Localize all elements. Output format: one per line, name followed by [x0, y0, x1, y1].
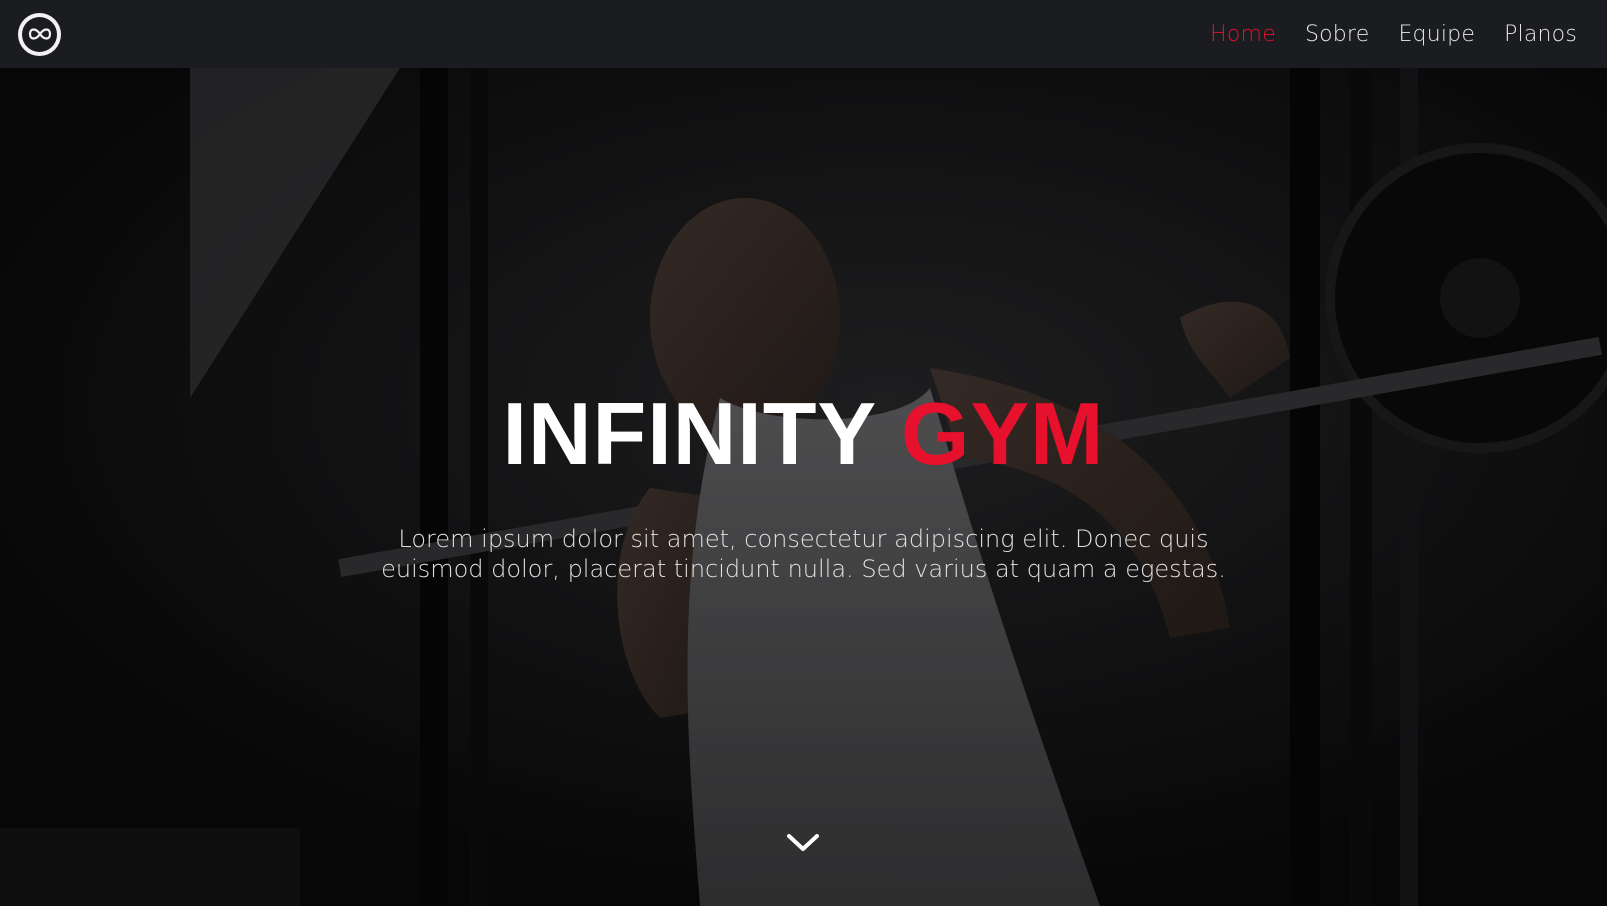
- nav-links: Home Sobre Equipe Planos: [1210, 22, 1577, 47]
- hero-description: Lorem ipsum dolor sit amet, consectetur …: [381, 525, 1226, 583]
- hero-title: INFINITY GYM: [0, 390, 1607, 478]
- nav-planos-link[interactable]: Planos: [1504, 22, 1577, 47]
- hero-content: INFINITY GYM Lorem ipsum dolor sit amet,…: [0, 390, 1607, 584]
- logo-emblem: [22, 16, 57, 52]
- nav-sobre-link[interactable]: Sobre: [1305, 22, 1370, 47]
- chevron-down-icon[interactable]: [783, 823, 823, 863]
- navbar: Home Sobre Equipe Planos: [0, 0, 1607, 68]
- hero-section: INFINITY GYM Lorem ipsum dolor sit amet,…: [0, 68, 1607, 906]
- hero-title-main: INFINITY: [502, 384, 876, 483]
- infinity-logo-icon[interactable]: [18, 12, 61, 56]
- hero-title-accent: GYM: [901, 384, 1105, 483]
- nav-home-link[interactable]: Home: [1210, 22, 1276, 47]
- nav-equipe-link[interactable]: Equipe: [1398, 22, 1475, 47]
